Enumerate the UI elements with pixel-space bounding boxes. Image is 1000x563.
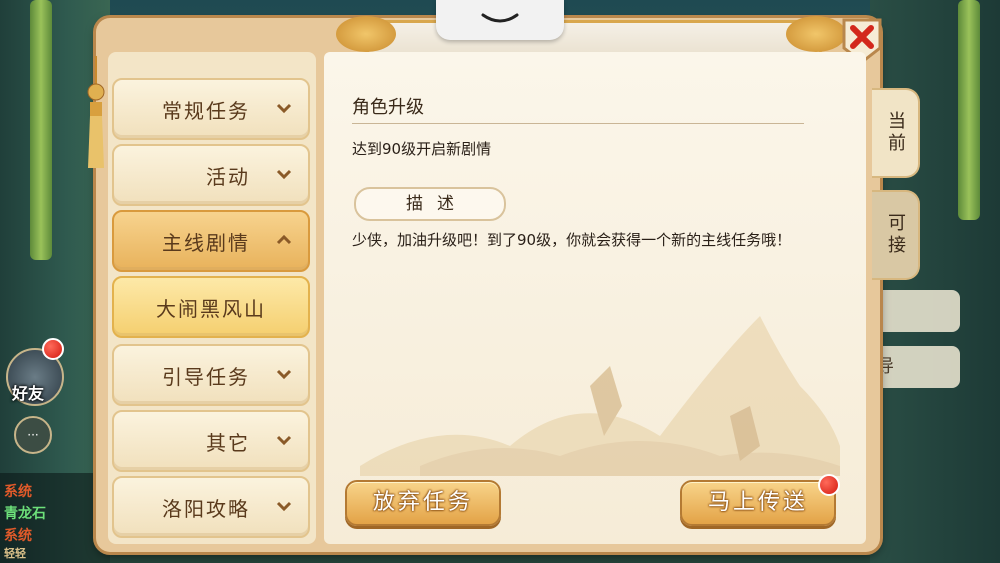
menu-item-label: 主线剧情 [162,230,250,255]
chevron-down-icon [276,369,292,380]
teleport-notification-dot [818,474,840,496]
menu-subitem-label: 大闹黑风山 [156,296,266,321]
menu-item-guide-tasks[interactable]: 引导任务 [112,344,310,406]
chat-line: 青龙石 [4,506,46,522]
landscape-illustration [360,316,840,476]
menu-item-label: 引导任务 [162,364,250,389]
bamboo-decoration [958,0,980,220]
menu-item-luoyang-guide[interactable]: 洛阳攻略 [112,476,310,538]
friend-notification-dot [42,338,64,360]
menu-item-main-story[interactable]: 主线剧情 [112,210,310,272]
friend-label: 好友 [12,384,45,403]
tab-available[interactable]: 可接 [872,190,920,280]
chevron-down-icon [276,501,292,512]
chevron-down-icon [276,103,292,114]
menu-item-label: 其它 [206,430,250,455]
description-tag: 描述 [354,187,506,221]
background-right [870,0,1000,563]
chevron-down-icon [276,435,292,446]
chevron-down-icon [276,169,292,180]
abandon-quest-button[interactable]: 放弃任务 [345,480,501,526]
tab-available-label: 可接 [885,213,906,257]
menu-item-others[interactable]: 其它 [112,410,310,472]
quest-description: 少侠，加油升级吧！到了90级，你就会获得一个新的主线任务哦！ [352,231,792,249]
chat-line: 轻轻 [4,547,26,560]
chat-line: 系统 [4,484,32,500]
chat-line: 系统 [4,528,32,544]
menu-item-regular-tasks[interactable]: 常规任务 [112,78,310,140]
tab-current[interactable]: 当前 [872,88,920,178]
menu-item-label: 活动 [206,164,250,189]
menu-item-label: 常规任务 [162,98,250,123]
bamboo-decoration [30,0,52,260]
chevron-down-icon [481,13,519,23]
scroll-end-ornament [786,16,846,52]
menu-item-events[interactable]: 活动 [112,144,310,206]
chat-strip: 系统 青龙石 系统 轻轻 [0,473,110,563]
tassel-icon [87,56,105,168]
menu-subitem-heifeng-mountain[interactable]: 大闹黑风山 [112,276,310,338]
chevron-up-icon [276,234,292,245]
tab-current-label: 当前 [885,111,906,155]
quest-goal: 达到90级开启新剧情 [352,140,492,158]
quest-title: 角色升级 [352,97,424,118]
teleport-now-button[interactable]: 马上传送 [680,480,836,526]
description-label: 描述 [406,194,468,214]
chat-icon[interactable]: ··· [14,416,52,454]
title-divider [352,123,804,124]
scroll-end-ornament [336,16,396,52]
menu-item-label: 洛阳攻略 [162,496,250,521]
collapse-tab[interactable] [436,0,564,40]
